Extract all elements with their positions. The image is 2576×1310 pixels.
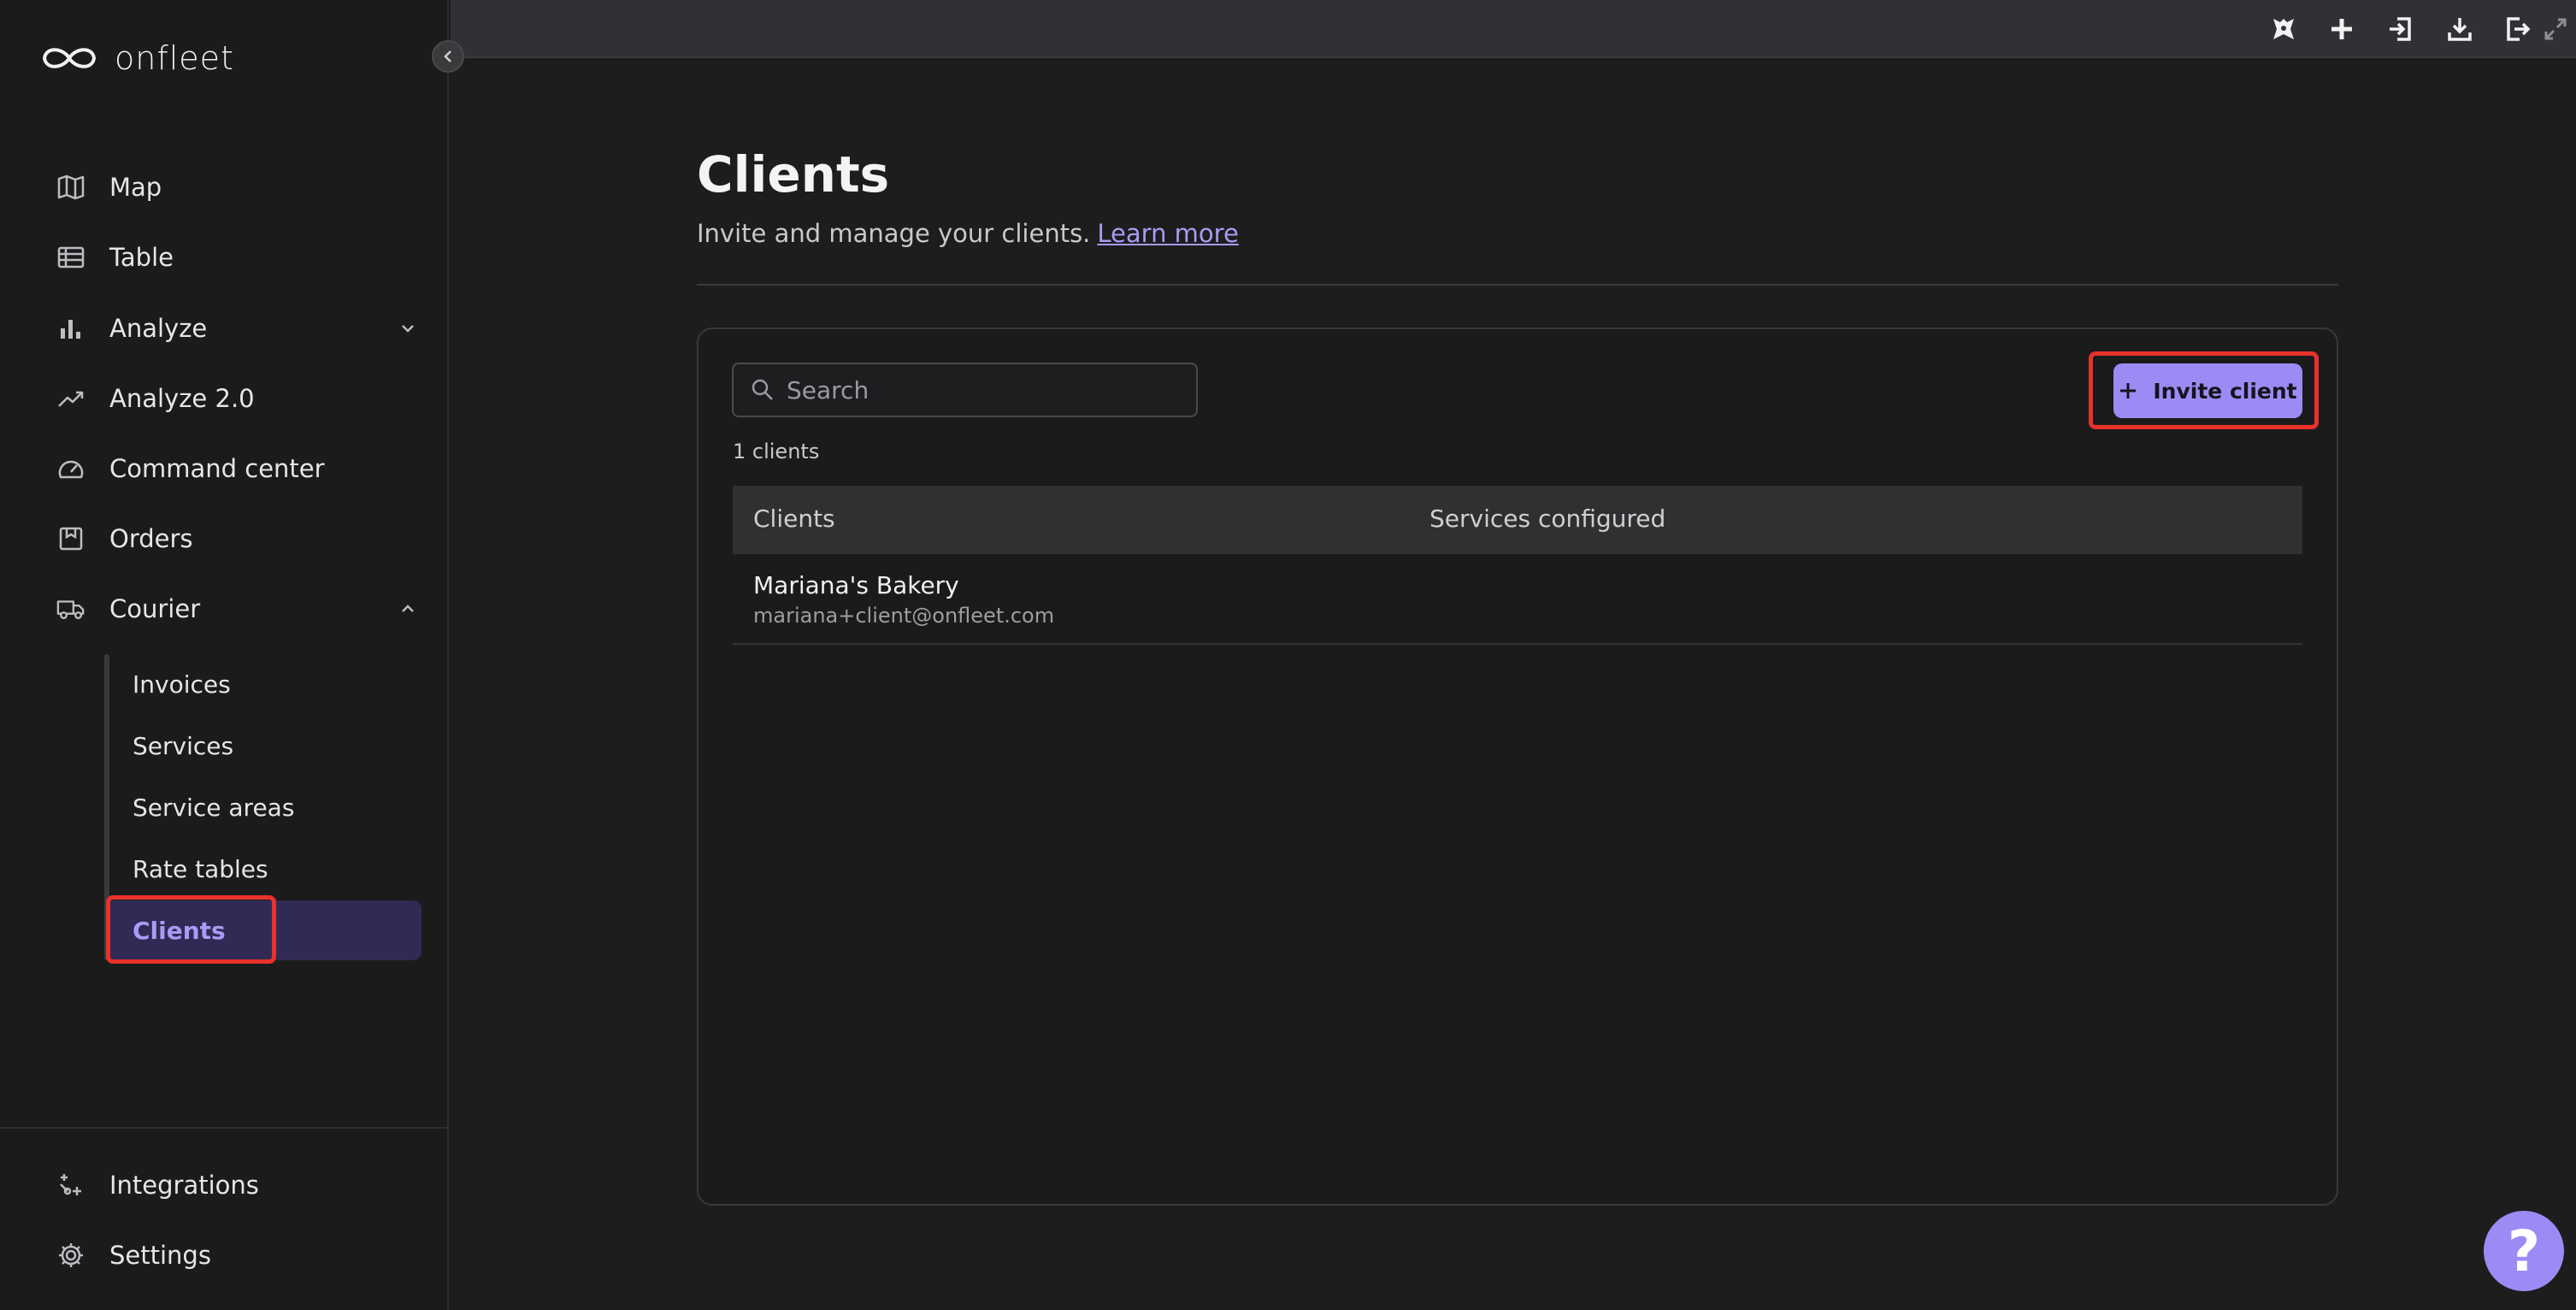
invite-client-label: Invite client	[2153, 378, 2297, 404]
sidebar-item-label: Invoices	[133, 670, 231, 699]
sidebar-item-rate-tables[interactable]: Rate tables	[109, 839, 421, 899]
gauge-icon	[56, 454, 85, 483]
chevron-up-icon[interactable]	[397, 598, 419, 620]
table-icon	[56, 243, 85, 272]
shortcut-icon[interactable]	[2265, 10, 2302, 48]
app-window: onfleet Map Table Analyze Analyze 2.0 Co…	[0, 0, 2576, 1310]
table-header: Clients Services configured	[733, 486, 2302, 554]
orders-icon	[56, 524, 85, 553]
header-divider	[697, 284, 2338, 286]
sidebar-item-label: Command center	[109, 454, 325, 483]
collapse-sidebar-button[interactable]	[432, 40, 464, 73]
sidebar-item-analyze-2[interactable]: Analyze 2.0	[0, 369, 449, 428]
plus-icon[interactable]	[2323, 10, 2361, 48]
truck-icon	[56, 594, 85, 623]
sidebar-item-clients[interactable]: Clients	[109, 900, 421, 960]
column-header-services[interactable]: Services configured	[1429, 505, 1665, 533]
sidebar-item-label: Service areas	[133, 793, 295, 822]
integrations-icon	[56, 1171, 85, 1200]
sidebar-item-label: Table	[109, 243, 174, 272]
sidebar-item-label: Integrations	[109, 1171, 259, 1200]
sidebar-item-label: Services	[133, 731, 234, 760]
infinity-logo-icon	[42, 48, 97, 68]
map-icon	[56, 173, 85, 202]
sidebar-item-analyze[interactable]: Analyze	[0, 298, 449, 358]
sidebar-item-service-areas[interactable]: Service areas	[109, 777, 421, 837]
column-header-clients[interactable]: Clients	[753, 505, 835, 533]
learn-more-link[interactable]: Learn more	[1097, 219, 1238, 248]
sidebar-item-label: Analyze 2.0	[109, 384, 255, 413]
search-box[interactable]	[732, 363, 1198, 417]
invite-client-button[interactable]: Invite client	[2113, 363, 2302, 418]
page-subtitle: Invite and manage your clients. Learn mor…	[697, 219, 1239, 248]
trending-icon	[56, 384, 85, 413]
fullscreen-icon[interactable]	[2537, 10, 2574, 48]
sidebar-item-invoices[interactable]: Invoices	[109, 654, 421, 714]
sidebar-item-map[interactable]: Map	[0, 157, 449, 217]
sidebar-item-command-center[interactable]: Command center	[0, 439, 449, 499]
sidebar-item-integrations[interactable]: Integrations	[0, 1155, 449, 1215]
sidebar-divider	[0, 1127, 449, 1129]
page-title: Clients	[697, 145, 890, 204]
sidebar-item-label: Rate tables	[133, 854, 268, 883]
onfleet-logo[interactable]: onfleet	[39, 39, 234, 77]
chevron-left-icon	[444, 50, 451, 62]
top-toolbar	[451, 0, 2576, 58]
download-icon[interactable]	[2441, 10, 2479, 48]
plus-icon	[2120, 383, 2137, 398]
sidebar-item-label: Analyze	[109, 314, 208, 343]
sidebar: onfleet Map Table Analyze Analyze 2.0 Co…	[0, 0, 449, 1310]
sidebar-item-label: Courier	[109, 594, 201, 623]
sidebar-item-label: Settings	[109, 1241, 211, 1270]
chevron-down-icon[interactable]	[397, 317, 419, 339]
clients-panel	[697, 328, 2338, 1206]
sidebar-item-label: Orders	[109, 524, 193, 553]
table-row[interactable]: Mariana's Bakery mariana+client@onfleet.…	[733, 554, 2302, 645]
sidebar-item-services[interactable]: Services	[109, 716, 421, 776]
sidebar-item-orders[interactable]: Orders	[0, 509, 449, 569]
client-name: Mariana's Bakery	[753, 571, 959, 599]
sidebar-item-settings[interactable]: Settings	[0, 1225, 449, 1285]
sidebar-item-label: Clients	[133, 916, 226, 945]
help-button[interactable]: ?	[2484, 1211, 2564, 1291]
import-icon[interactable]	[2382, 10, 2420, 48]
brand-name: onfleet	[115, 39, 234, 77]
sidebar-item-table[interactable]: Table	[0, 227, 449, 287]
search-input[interactable]	[787, 375, 1180, 404]
client-email: mariana+client@onfleet.com	[753, 604, 1055, 628]
search-icon	[752, 379, 773, 400]
logout-icon[interactable]	[2499, 10, 2537, 48]
help-question-icon: ?	[2507, 1218, 2541, 1284]
sidebar-item-courier[interactable]: Courier	[0, 579, 449, 639]
page-subtitle-text: Invite and manage your clients.	[697, 219, 1091, 248]
settings-icon	[56, 1241, 85, 1270]
sidebar-item-label: Map	[109, 173, 162, 202]
bar-chart-icon	[56, 314, 85, 343]
clients-count: 1 clients	[733, 440, 820, 463]
